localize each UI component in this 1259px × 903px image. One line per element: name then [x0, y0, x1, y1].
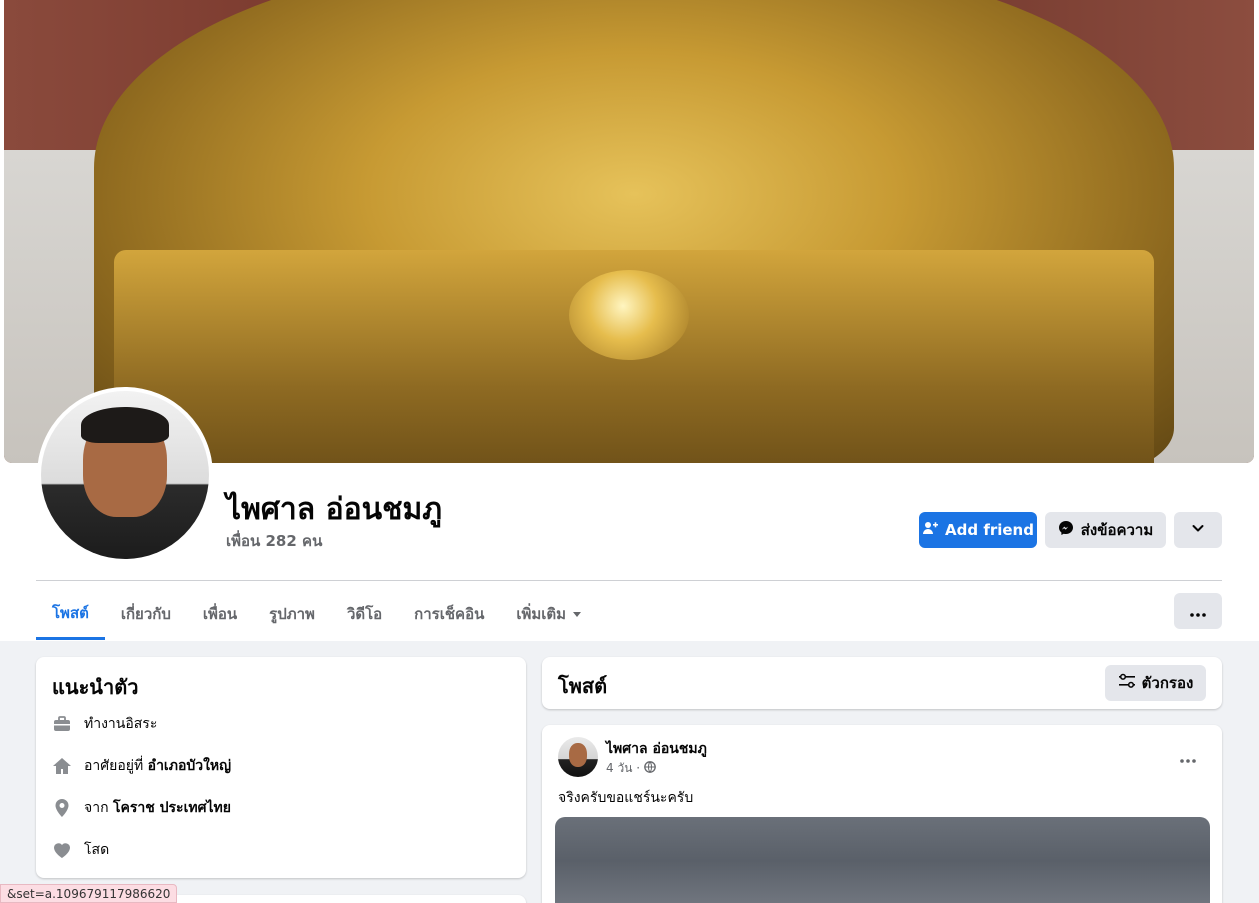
intro-relationship-text: โสด [84, 842, 110, 858]
post-card: ไพศาล อ่อนชมภู 4 วัน · จริงครับขอแชร์นะค… [542, 725, 1222, 903]
post-options-button[interactable] [1170, 739, 1206, 775]
ellipsis-icon [1180, 748, 1196, 767]
tab-checkins[interactable]: การเช็คอิน [398, 588, 500, 640]
intro-lives-location[interactable]: อำเภอบัวใหญ่ [148, 758, 231, 774]
ellipsis-icon [1190, 602, 1206, 621]
caret-down-icon [572, 605, 582, 623]
posts-title: โพสต์ [558, 674, 608, 698]
tab-videos[interactable]: วิดีโอ [331, 588, 398, 640]
intro-row-work: ทำงานอิสระ [52, 713, 157, 735]
briefcase-icon [52, 714, 72, 734]
add-person-icon [922, 520, 939, 540]
header-divider [36, 580, 1222, 581]
tab-label: เพื่อน [202, 605, 238, 623]
tab-label: เพิ่มเติม [516, 605, 567, 623]
message-label: ส่งข้อความ [1080, 521, 1154, 539]
tab-posts[interactable]: โพสต์ [36, 588, 105, 640]
add-friend-label: Add friend [945, 521, 1034, 539]
tab-more[interactable]: เพิ่มเติม [500, 588, 598, 640]
location-pin-icon [52, 798, 72, 818]
tab-label: วิดีโอ [346, 605, 383, 623]
intro-card: แนะนำตัว ทำงานอิสระ อาศัยอยู่ที่ อำเภอบั… [36, 657, 526, 878]
intro-from-location[interactable]: โคราช ประเทศไทย [113, 800, 231, 816]
post-author-name[interactable]: ไพศาล อ่อนชมภู [606, 738, 707, 760]
profile-name: ไพศาล อ่อนชมภู [226, 492, 443, 527]
intro-row-from: จาก โคราช ประเทศไทย [52, 797, 231, 819]
tab-label: การเช็คอิน [414, 605, 485, 623]
tab-about[interactable]: เกี่ยวกับ [105, 588, 187, 640]
tab-photos[interactable]: รูปภาพ [253, 588, 331, 640]
add-friend-button[interactable]: Add friend [919, 512, 1037, 548]
intro-from-text: จาก โคราช ประเทศไทย [84, 797, 231, 819]
tabs-more-button[interactable] [1174, 593, 1222, 629]
intro-lives-prefix: อาศัยอยู่ที่ [84, 758, 148, 774]
tab-label: เกี่ยวกับ [120, 605, 171, 623]
post-text: จริงครับขอแชร์นะครับ [558, 790, 694, 806]
messenger-icon [1058, 520, 1074, 540]
globe-icon [644, 761, 656, 776]
intro-row-relationship: โสด [52, 839, 109, 861]
profile-tabs: โพสต์ เกี่ยวกับ เพื่อน รูปภาพ วิดีโอ การ… [36, 588, 598, 640]
post-author-avatar[interactable] [558, 737, 598, 777]
post-media-image[interactable] [555, 817, 1210, 903]
cover-statue-highlight [569, 270, 689, 360]
profile-avatar[interactable] [37, 387, 213, 563]
cover-photo[interactable] [4, 0, 1254, 463]
chevron-down-icon [1191, 521, 1205, 539]
home-icon [52, 756, 72, 776]
more-options-button[interactable] [1174, 512, 1222, 548]
post-avatar-face [569, 743, 587, 767]
intro-title: แนะนำตัว [52, 675, 139, 699]
tab-label: โพสต์ [52, 603, 89, 622]
posts-header-card: โพสต์ ตัวกรอง [542, 657, 1222, 709]
post-time-text[interactable]: 4 วัน · [606, 759, 640, 778]
filter-button[interactable]: ตัวกรอง [1105, 665, 1206, 701]
tab-friends[interactable]: เพื่อน [187, 588, 253, 640]
tab-label: รูปภาพ [269, 605, 315, 623]
intro-row-lives: อาศัยอยู่ที่ อำเภอบัวใหญ่ [52, 755, 231, 777]
message-button[interactable]: ส่งข้อความ [1045, 512, 1166, 548]
profile-avatar-image [41, 391, 209, 559]
intro-from-prefix: จาก [84, 800, 113, 816]
friends-count[interactable]: เพื่อน 282 คน [226, 529, 322, 553]
intro-work-text: ทำงานอิสระ [84, 716, 158, 732]
heart-icon [52, 840, 72, 860]
post-timestamp: 4 วัน · [606, 759, 656, 778]
intro-lives-text: อาศัยอยู่ที่ อำเภอบัวใหญ่ [84, 755, 231, 777]
filter-label: ตัวกรอง [1141, 674, 1194, 692]
avatar-hair [81, 407, 169, 443]
filter-sliders-icon [1118, 673, 1136, 693]
status-bar-url: &set=a.109679117986620 [0, 884, 178, 903]
